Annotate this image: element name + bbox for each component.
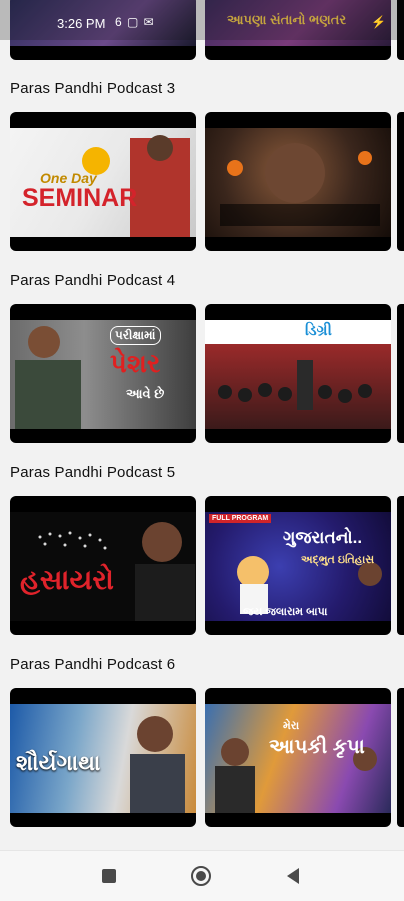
video-thumbnail[interactable]: શૌર્યગાથા — [10, 688, 196, 827]
thumbnail-title: પેશર — [110, 348, 161, 378]
thumbnail-caption: આવે છે — [126, 386, 165, 401]
next-thumbnail-peek[interactable] — [397, 304, 404, 443]
thumbnail-badge: FULL PROGRAM — [209, 514, 272, 523]
section-title: Paras Pandhi Podcast 4 — [10, 272, 176, 289]
thumbnail-title: આપકી કૃપા — [269, 736, 365, 758]
thumbnail-title: શૌર્યગાથા — [16, 750, 101, 775]
thumbnail-subtitle: પરીક્ષામાં — [110, 326, 161, 345]
back-icon[interactable] — [285, 867, 301, 885]
next-thumbnail-peek[interactable] — [397, 688, 404, 827]
video-thumbnail[interactable]: FULL PROGRAM ગુજરાતનો.. અદ્ભુત ઇતિહાસ જય… — [205, 496, 391, 635]
status-time: 3:26 PM — [57, 16, 106, 31]
section-title: Paras Pandhi Podcast 3 — [10, 80, 176, 97]
thumbnail-subtitle: અદ્ભુત ઇતિહાસ — [301, 554, 375, 566]
status-bar: 3:26 PM 6 ▢ ✉ ⚡ — [0, 0, 404, 40]
thumbnail-art — [15, 326, 81, 429]
thumbnail-title: ડિગ્રી — [305, 322, 332, 339]
video-thumbnail[interactable]: પરીક્ષામાં પેશર આવે છે — [10, 304, 196, 443]
battery-icon: ⚡ — [371, 15, 386, 29]
video-thumbnail[interactable]: ડિગ્રી — [205, 304, 391, 443]
navigation-bar — [0, 850, 404, 901]
section-title: Paras Pandhi Podcast 6 — [10, 656, 176, 673]
section-title: Paras Pandhi Podcast 5 — [10, 464, 176, 481]
thumbnail-caption: જય જલારામ બાપા — [243, 606, 328, 618]
thumbnail-title: હસાયરો — [20, 564, 114, 595]
thumbnail-title: SEMINAR — [22, 184, 138, 212]
thumbnail-art — [82, 135, 190, 237]
video-thumbnail[interactable]: મેરા આપકી કૃપા — [205, 688, 391, 827]
notification-icons: 6 ▢ ✉ — [115, 15, 155, 29]
thumbnail-art — [218, 360, 372, 410]
video-thumbnail[interactable]: હસાયરો — [10, 496, 196, 635]
next-thumbnail-peek[interactable] — [397, 112, 404, 251]
thumbnail-title: ગુજરાતનો.. — [283, 528, 363, 547]
video-thumbnail[interactable]: One Day SEMINAR — [10, 112, 196, 251]
recents-icon[interactable] — [101, 868, 117, 884]
video-thumbnail[interactable] — [205, 112, 391, 251]
thumbnail-art — [220, 143, 380, 226]
thumbnail-subtitle: મેરા — [283, 720, 300, 732]
home-icon[interactable] — [190, 865, 212, 887]
next-thumbnail-peek[interactable] — [397, 496, 404, 635]
